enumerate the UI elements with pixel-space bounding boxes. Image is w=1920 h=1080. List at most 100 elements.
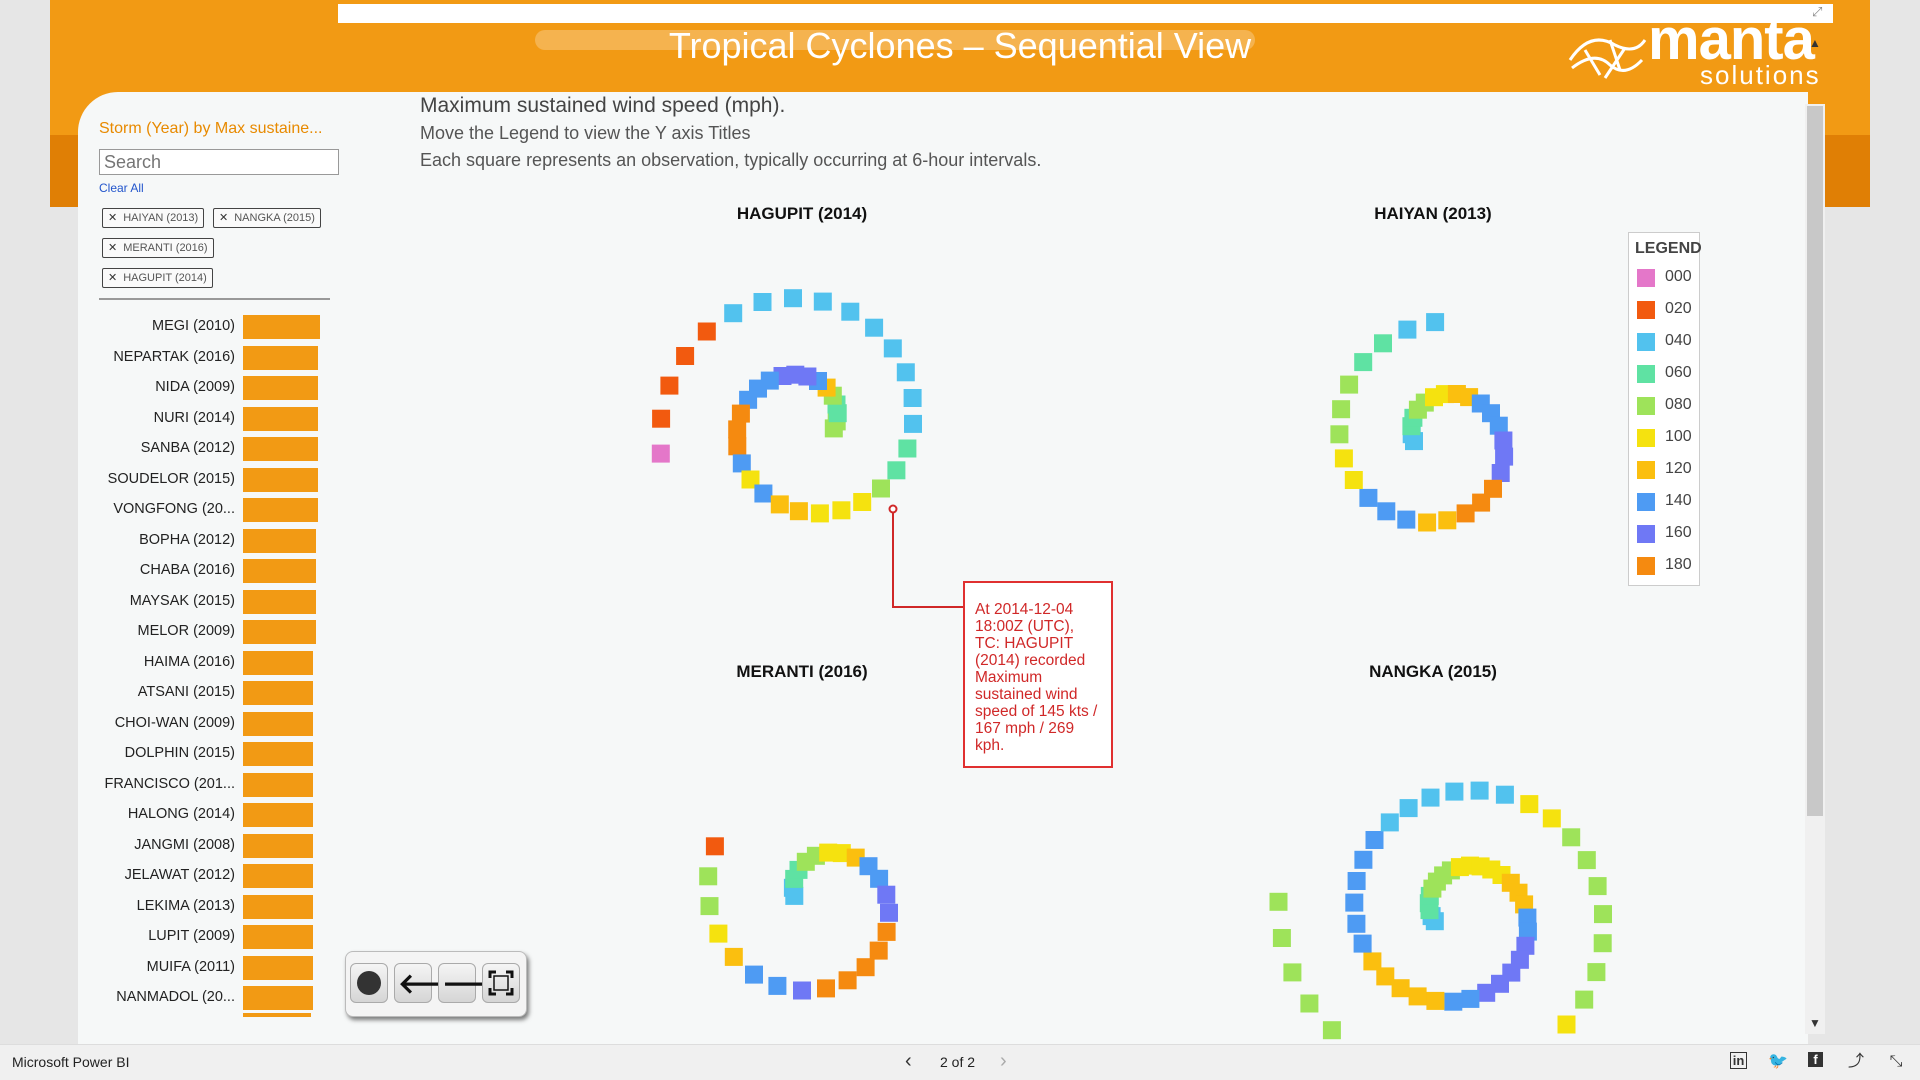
observation-square[interactable]: [724, 304, 743, 323]
fullscreen-button[interactable]: [482, 963, 520, 1003]
next-button[interactable]: 🡒: [438, 963, 517, 1003]
observation-square[interactable]: [1494, 431, 1513, 450]
observation-square[interactable]: [705, 837, 724, 856]
observation-square[interactable]: [1398, 320, 1417, 339]
observation-square[interactable]: [1593, 934, 1612, 953]
observation-square[interactable]: [1470, 781, 1489, 800]
observation-square[interactable]: [880, 903, 898, 922]
observation-square[interactable]: [813, 292, 832, 311]
observation-square[interactable]: [1477, 983, 1496, 1002]
observation-square[interactable]: [724, 947, 743, 966]
observation-square[interactable]: [676, 347, 695, 365]
observation-square[interactable]: [877, 885, 896, 904]
observation-square[interactable]: [1495, 785, 1514, 804]
observation-square[interactable]: [1426, 991, 1445, 1010]
observation-square[interactable]: [1322, 1021, 1341, 1040]
observation-square[interactable]: [784, 289, 802, 308]
observation-square[interactable]: [1426, 313, 1445, 332]
observation-square[interactable]: [700, 897, 719, 916]
observation-square[interactable]: [754, 484, 773, 503]
observation-square[interactable]: [1575, 990, 1594, 1009]
observation-square[interactable]: [1594, 905, 1612, 924]
observation-square[interactable]: [1345, 893, 1364, 912]
observation-square[interactable]: [697, 322, 716, 341]
observation-square[interactable]: [1272, 929, 1291, 947]
observation-square[interactable]: [1340, 375, 1359, 394]
observation-square[interactable]: [1363, 952, 1382, 971]
next-page-icon[interactable]: ›: [1000, 1050, 1007, 1073]
observation-square[interactable]: [817, 979, 835, 998]
observation-square[interactable]: [1557, 1015, 1576, 1034]
observation-square[interactable]: [745, 965, 763, 984]
observation-square[interactable]: [728, 437, 747, 456]
observation-square[interactable]: [856, 958, 875, 977]
observation-square[interactable]: [651, 444, 670, 463]
observation-square[interactable]: [1334, 449, 1353, 468]
observation-square[interactable]: [1332, 400, 1351, 419]
observation-square[interactable]: [753, 293, 772, 311]
twitter-icon[interactable]: 🐦: [1768, 1052, 1788, 1072]
observation-square[interactable]: [869, 941, 888, 960]
observation-square[interactable]: [732, 454, 751, 473]
observation-square[interactable]: [1365, 831, 1384, 849]
observation-square[interactable]: [883, 339, 902, 358]
observation-square[interactable]: [1330, 425, 1349, 444]
observation-square[interactable]: [1353, 934, 1372, 953]
linkedin-icon[interactable]: in: [1730, 1052, 1747, 1069]
observation-square[interactable]: [1347, 872, 1366, 890]
observation-square[interactable]: [838, 971, 857, 990]
observation-square[interactable]: [1562, 828, 1581, 847]
observation-square[interactable]: [768, 976, 787, 995]
facebook-icon[interactable]: f: [1808, 1052, 1823, 1067]
observation-square[interactable]: [1418, 513, 1437, 532]
observation-square[interactable]: [1300, 994, 1319, 1013]
observation-square[interactable]: [1588, 877, 1607, 896]
observation-square[interactable]: [1587, 963, 1606, 982]
observation-square[interactable]: [1374, 334, 1392, 353]
observation-square[interactable]: [1408, 987, 1427, 1006]
observation-square[interactable]: [770, 495, 789, 514]
observation-square[interactable]: [728, 420, 747, 439]
observation-square[interactable]: [877, 922, 896, 941]
observation-square[interactable]: [731, 404, 750, 423]
observation-square[interactable]: [896, 363, 915, 382]
observation-square[interactable]: [1354, 850, 1373, 869]
observation-square[interactable]: [1444, 992, 1463, 1011]
legend[interactable]: LEGEND 000 020 040 060 080 100 120 140 160 180: [1628, 232, 1702, 586]
observation-square[interactable]: [1438, 511, 1457, 530]
observation-square[interactable]: [1445, 782, 1464, 801]
observation-square[interactable]: [1359, 488, 1378, 507]
observation-square[interactable]: [1421, 788, 1440, 807]
observation-square[interactable]: [709, 924, 728, 943]
observation-square[interactable]: [1377, 502, 1396, 521]
observation-square[interactable]: [1520, 795, 1539, 814]
observation-square[interactable]: [903, 389, 922, 407]
observation-square[interactable]: [887, 461, 906, 480]
observation-square[interactable]: [1472, 493, 1491, 512]
observation-square[interactable]: [1380, 813, 1399, 832]
collapse-icon[interactable]: ⤡: [1886, 1052, 1906, 1072]
observation-square[interactable]: [810, 504, 829, 523]
observation-square[interactable]: [1269, 892, 1288, 911]
observation-square[interactable]: [1397, 510, 1416, 529]
observation-square[interactable]: [1354, 353, 1373, 372]
observation-square[interactable]: [841, 302, 860, 321]
observation-square[interactable]: [1491, 464, 1510, 482]
observation-square[interactable]: [1399, 799, 1418, 818]
observation-square[interactable]: [699, 867, 718, 886]
observation-square[interactable]: [832, 501, 851, 520]
previous-button[interactable]: 🡐: [394, 963, 473, 1003]
observation-square[interactable]: [1542, 809, 1561, 828]
observation-square[interactable]: [1347, 914, 1366, 933]
observation-square[interactable]: [789, 502, 808, 521]
observation-square[interactable]: [853, 493, 872, 511]
observation-square[interactable]: [865, 318, 884, 337]
observation-square[interactable]: [1283, 963, 1302, 982]
observation-square[interactable]: [793, 981, 811, 1000]
share-icon[interactable]: ⤴: [1846, 1052, 1866, 1072]
observation-square[interactable]: [660, 376, 679, 395]
observation-square[interactable]: [652, 409, 671, 428]
observation-square[interactable]: [904, 414, 922, 433]
observation-square[interactable]: [1495, 447, 1514, 466]
observation-square[interactable]: [1344, 471, 1363, 489]
